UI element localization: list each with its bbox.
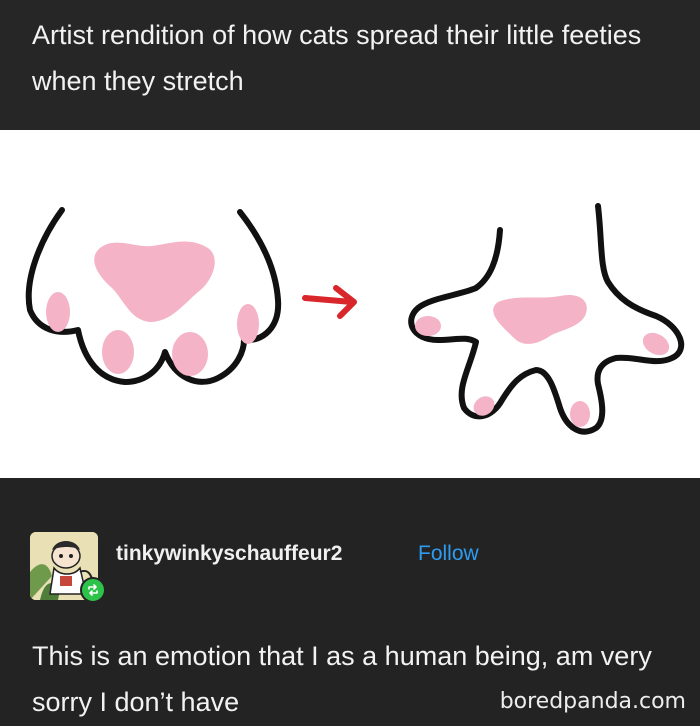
stretched-toe-pad-4 — [642, 332, 670, 356]
stretched-toe-pad-1 — [415, 316, 441, 336]
relaxed-paw — [25, 207, 282, 385]
arrow-icon — [302, 285, 357, 319]
reblog-comment: tinkywinkyschauffeur2 Follow This is an … — [0, 478, 700, 726]
paw-illustration — [0, 130, 700, 478]
stretched-toe-pad-3 — [570, 401, 590, 427]
relaxed-toe-pad-1 — [46, 292, 70, 332]
relaxed-toe-pad-3 — [172, 332, 208, 376]
watermark: boredpanda.com — [499, 689, 686, 714]
paw-drawing — [25, 203, 685, 435]
stretched-paw — [408, 203, 685, 435]
stretched-main-pad — [493, 294, 587, 344]
reblog-icon — [80, 577, 106, 603]
follow-button[interactable]: Follow — [418, 542, 479, 566]
relaxed-toe-pad-2 — [102, 330, 134, 374]
original-post: Artist rendition of how cats spread thei… — [0, 0, 700, 130]
relaxed-main-pad — [94, 241, 215, 322]
username-link[interactable]: tinkywinkyschauffeur2 — [116, 542, 342, 566]
relaxed-toe-pad-4 — [237, 304, 259, 344]
avatar[interactable] — [30, 532, 106, 603]
post-text: Artist rendition of how cats spread thei… — [32, 20, 642, 96]
